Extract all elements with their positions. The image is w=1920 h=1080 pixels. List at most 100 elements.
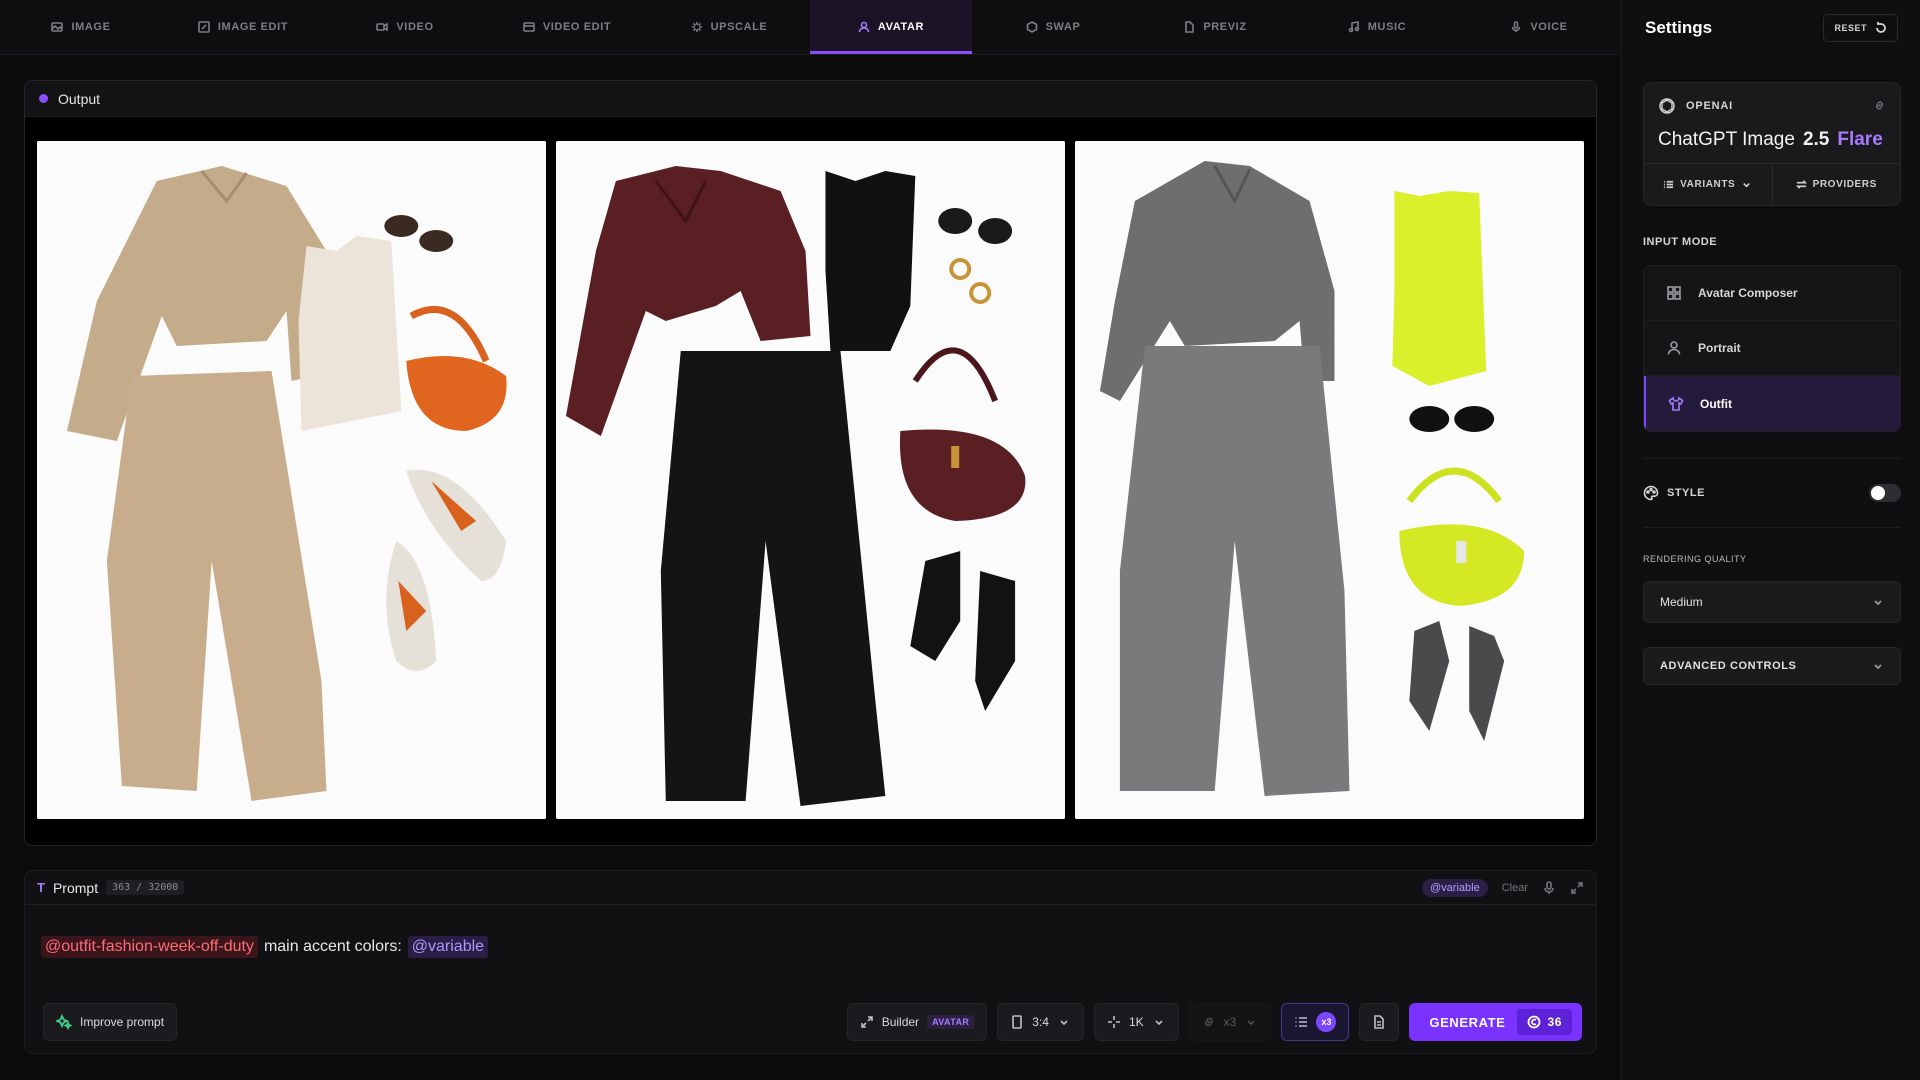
grid-icon bbox=[1667, 286, 1681, 300]
chevron-down-icon bbox=[1874, 600, 1882, 606]
tab-label: SWAP bbox=[1045, 21, 1081, 33]
providers-button[interactable]: PROVIDERS bbox=[1771, 164, 1901, 205]
sparkle-icon bbox=[691, 22, 702, 32]
provider-name: OPENAI bbox=[1686, 100, 1733, 112]
prompt-title: Prompt bbox=[52, 879, 99, 896]
link-icon[interactable] bbox=[1873, 99, 1886, 112]
tab-avatar[interactable]: AVATAR bbox=[810, 0, 972, 54]
prompt-text-middle: main accent colors: bbox=[263, 938, 402, 955]
input-mode-label: INPUT MODE bbox=[1643, 236, 1718, 248]
link-icon bbox=[1204, 1017, 1213, 1027]
credit-icon bbox=[1528, 1015, 1541, 1029]
output-image-3[interactable] bbox=[1075, 141, 1584, 819]
expand-icon[interactable] bbox=[1570, 881, 1584, 895]
model-card[interactable]: OPENAI ChatGPT Image 2.5 Flare VARIANTS … bbox=[1643, 82, 1901, 206]
tab-video[interactable]: VIDEO bbox=[324, 0, 486, 54]
credits-badge: 36 bbox=[1517, 1009, 1572, 1035]
improve-label: Improve prompt bbox=[80, 1015, 165, 1029]
expand-arrows-icon bbox=[860, 1016, 873, 1028]
style-label: STYLE bbox=[1667, 487, 1705, 499]
aspect-ratio-select[interactable]: 3:4 bbox=[997, 1003, 1084, 1041]
mic-icon[interactable] bbox=[1542, 880, 1556, 895]
model-base: ChatGPT Image bbox=[1658, 129, 1795, 150]
provider-row: OPENAI bbox=[1658, 97, 1733, 115]
rendering-quality-select[interactable]: Medium bbox=[1643, 581, 1901, 623]
reset-icon bbox=[1876, 22, 1886, 33]
tab-label: PREVIZ bbox=[1203, 21, 1247, 33]
tab-swap[interactable]: SWAP bbox=[972, 0, 1134, 54]
tab-music[interactable]: MUSIC bbox=[1296, 0, 1458, 54]
insert-variable-button[interactable]: @variable bbox=[1422, 878, 1488, 897]
prompt-actions: @variable Clear bbox=[1422, 878, 1584, 897]
prompt-input[interactable]: @outfit-fashion-week-off-duty main accen… bbox=[41, 936, 489, 958]
chevron-down-icon bbox=[1247, 1020, 1255, 1026]
divider bbox=[1643, 527, 1901, 528]
generate-button[interactable]: GENERATE 36 bbox=[1409, 1003, 1582, 1041]
output-image-1[interactable] bbox=[37, 141, 546, 819]
user-icon bbox=[858, 21, 870, 33]
outfit-image-grey bbox=[1075, 141, 1584, 819]
list-icon bbox=[1295, 1017, 1308, 1027]
output-image-2[interactable] bbox=[556, 141, 1065, 819]
app-root: IMAGE IMAGE EDIT VIDEO VIDEO EDIT UPSCAL… bbox=[0, 0, 1920, 1080]
image-icon bbox=[51, 22, 64, 32]
generate-label: GENERATE bbox=[1429, 1014, 1506, 1030]
resolution-value: 1K bbox=[1128, 1015, 1144, 1029]
mode-avatar-composer[interactable]: Avatar Composer bbox=[1644, 266, 1900, 321]
chevron-down-icon bbox=[1060, 1020, 1068, 1026]
swap-arrows-icon bbox=[1795, 180, 1807, 189]
tab-upscale[interactable]: UPSCALE bbox=[648, 0, 810, 54]
resolution-select[interactable]: 1K bbox=[1093, 1003, 1179, 1041]
reset-button[interactable]: RESET bbox=[1823, 14, 1898, 42]
top-nav: IMAGE IMAGE EDIT VIDEO VIDEO EDIT UPSCAL… bbox=[0, 0, 1620, 55]
builder-label: Builder bbox=[881, 1015, 920, 1029]
advanced-controls-toggle[interactable]: ADVANCED CONTROLS bbox=[1643, 647, 1901, 685]
builder-button[interactable]: Builder AVATAR bbox=[846, 1003, 988, 1041]
output-images bbox=[37, 141, 1584, 819]
status-dot bbox=[39, 94, 48, 103]
prompt-header: T Prompt 363 / 32000 @variable Clear bbox=[25, 871, 1596, 905]
builder-badge: AVATAR bbox=[927, 1015, 975, 1029]
divider bbox=[1643, 458, 1901, 459]
document-button[interactable] bbox=[1359, 1003, 1400, 1041]
tab-image[interactable]: IMAGE bbox=[0, 0, 162, 54]
list-icon bbox=[1664, 180, 1674, 189]
variants-button[interactable]: VARIANTS bbox=[1644, 164, 1772, 205]
providers-label: PROVIDERS bbox=[1812, 179, 1877, 190]
video-edit-icon bbox=[523, 22, 535, 32]
char-counter: 363 / 32000 bbox=[106, 880, 185, 895]
mode-portrait[interactable]: Portrait bbox=[1644, 321, 1900, 376]
mode-label: Avatar Composer bbox=[1698, 286, 1798, 300]
advanced-label: ADVANCED CONTROLS bbox=[1660, 660, 1797, 672]
tab-image-edit[interactable]: IMAGE EDIT bbox=[162, 0, 324, 54]
text-icon: T bbox=[37, 880, 45, 895]
queue-button[interactable]: x3 bbox=[1281, 1003, 1350, 1041]
file-icon bbox=[1185, 21, 1195, 33]
chevron-down-icon bbox=[1155, 1020, 1163, 1026]
model-version: 2.5 bbox=[1802, 129, 1830, 150]
mode-outfit[interactable]: Outfit bbox=[1644, 376, 1900, 431]
improve-prompt-button[interactable]: Improve prompt bbox=[43, 1003, 178, 1041]
clear-button[interactable]: Clear bbox=[1502, 882, 1528, 894]
model-name: ChatGPT Image 2.5 Flare bbox=[1658, 129, 1883, 151]
openai-icon bbox=[1659, 98, 1675, 114]
batch-select[interactable]: x3 bbox=[1188, 1003, 1272, 1041]
batch-value: x3 bbox=[1223, 1015, 1237, 1029]
variants-label: VARIANTS bbox=[1680, 179, 1736, 190]
tab-label: VOICE bbox=[1530, 21, 1568, 33]
style-row: STYLE bbox=[1643, 482, 1901, 504]
tab-voice[interactable]: VOICE bbox=[1458, 0, 1620, 54]
shirt-icon bbox=[1668, 395, 1684, 411]
tab-previz[interactable]: PREVIZ bbox=[1134, 0, 1296, 54]
palette-icon bbox=[1643, 485, 1659, 501]
aspect-ratio-icon bbox=[1012, 1015, 1023, 1029]
swap-icon bbox=[1026, 21, 1037, 33]
sparkles-icon bbox=[56, 1014, 72, 1030]
tab-video-edit[interactable]: VIDEO EDIT bbox=[486, 0, 648, 54]
rendering-quality-value: Medium bbox=[1660, 595, 1703, 609]
prompt-tag: @outfit-fashion-week-off-duty bbox=[41, 936, 258, 958]
edit-icon bbox=[198, 21, 210, 33]
chevron-down-icon bbox=[1743, 182, 1751, 188]
output-header: Output bbox=[25, 81, 1596, 117]
style-toggle[interactable] bbox=[1869, 484, 1901, 502]
